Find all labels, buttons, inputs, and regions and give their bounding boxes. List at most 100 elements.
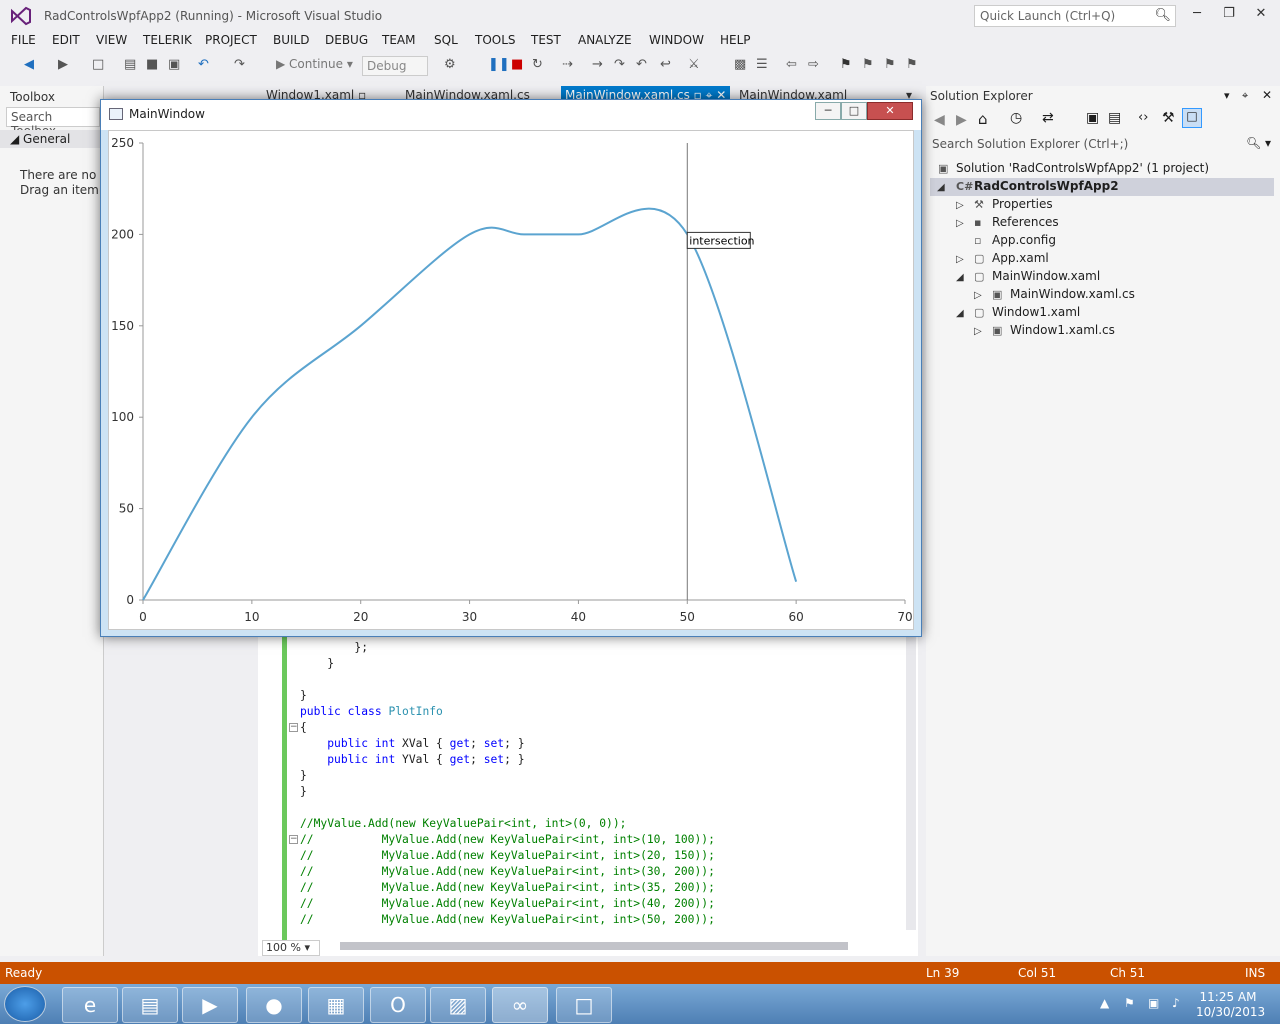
tree-project[interactable]: C#RadControlsWpfApp2 (956, 179, 1119, 193)
properties-icon[interactable]: ⚒ (1162, 110, 1175, 126)
show-all-files-icon[interactable]: ▤ (1108, 110, 1121, 126)
new-project-icon[interactable]: □ (92, 57, 104, 72)
open-file-icon[interactable]: ▤ (124, 57, 136, 72)
network-app-icon[interactable]: ▦ (308, 987, 364, 1023)
forward-icon[interactable]: ▶ (58, 57, 68, 72)
collapse-region-icon[interactable]: − (289, 835, 298, 844)
menu-build[interactable]: BUILD (273, 31, 309, 47)
preview-selected-items-icon[interactable]: □ (1182, 108, 1202, 128)
collapsed-arrow-icon[interactable]: ▷ (956, 254, 964, 265)
quick-launch-input[interactable]: Quick Launch (Ctrl+Q) 🔍︎ (974, 5, 1176, 27)
tree-item[interactable]: ▣ MainWindow.xaml.cs (992, 287, 1135, 301)
network-icon[interactable]: ▣ (1148, 996, 1159, 1010)
close-icon[interactable]: ✕ (1262, 88, 1272, 102)
tree-item[interactable]: ▫ App.config (974, 233, 1056, 247)
volume-icon[interactable]: ♪ (1172, 996, 1180, 1010)
clock[interactable]: 11:25 AM 10/30/2013 (1196, 990, 1265, 1020)
tree-item[interactable]: ▪ References (974, 215, 1059, 229)
view-code-icon[interactable]: ‹› (1138, 110, 1148, 125)
bookmark-icon[interactable]: ⚑ (840, 57, 852, 72)
menu-team[interactable]: TEAM (382, 31, 415, 47)
maximize-button[interactable]: □ (841, 102, 867, 120)
tree-item[interactable]: ▣ Window1.xaml.cs (992, 323, 1115, 337)
tree-item[interactable]: ▢ App.xaml (974, 251, 1049, 265)
zoom-dropdown[interactable]: 100 % ▾ (262, 940, 320, 956)
home-icon[interactable]: ⌂ (978, 110, 988, 128)
menu-project[interactable]: PROJECT (205, 31, 257, 47)
restart-icon[interactable]: ↻ (532, 57, 543, 72)
comment-icon[interactable]: ☰ (756, 57, 768, 72)
tree-item[interactable]: ⚒ Properties (974, 197, 1053, 211)
menu-edit[interactable]: EDIT (52, 31, 80, 47)
running-app-icon[interactable]: □ (556, 987, 612, 1023)
close-button[interactable]: ✕ (867, 102, 913, 120)
next-bookmark-icon[interactable]: ⚑ (884, 57, 896, 72)
outlook-icon[interactable]: O (370, 987, 426, 1023)
menu-telerik[interactable]: TELERIK (143, 31, 192, 47)
pin-icon[interactable]: ⌖ (1242, 89, 1248, 103)
back-icon[interactable]: ◀ (934, 112, 945, 128)
process-icon[interactable]: ⚙ (444, 57, 456, 72)
toolbox-group-general[interactable]: ◢ General (0, 130, 104, 148)
toolbox-search-input[interactable]: Search Toolbox (6, 107, 100, 138)
main-window-titlebar[interactable]: MainWindow ─ □ ✕ (101, 100, 921, 130)
step-out-icon[interactable]: ↶ (636, 57, 647, 72)
close-button[interactable]: ✕ (1250, 6, 1272, 22)
menu-help[interactable]: HELP (720, 31, 751, 47)
solution-configuration-dropdown[interactable]: Debug (362, 56, 428, 76)
collapse-all-icon[interactable]: ▣ (1086, 110, 1099, 126)
internet-explorer-icon[interactable]: e (62, 987, 118, 1023)
menu-sql[interactable]: SQL (434, 31, 458, 47)
menu-test[interactable]: TEST (531, 31, 561, 47)
break-all-icon[interactable]: ❚❚ (488, 57, 510, 72)
show-hidden-icons-icon[interactable]: ▲ (1100, 996, 1109, 1010)
restore-button[interactable]: ❐ (1218, 6, 1240, 22)
vertical-scrollbar[interactable] (906, 630, 916, 930)
tree-solution[interactable]: ▣ Solution 'RadControlsWpfApp2' (1 projec… (938, 161, 1209, 175)
menu-tools[interactable]: TOOLS (475, 31, 516, 47)
file-explorer-icon[interactable]: ▤ (122, 987, 178, 1023)
hex-display-icon[interactable]: ↩ (660, 57, 671, 72)
menu-debug[interactable]: DEBUG (325, 31, 368, 47)
dropdown-icon[interactable]: ▾ (1224, 89, 1230, 102)
navigate-backward-icon[interactable]: ⇦ (786, 57, 797, 72)
threads-icon[interactable]: ⚔ (688, 57, 700, 72)
action-center-flag-icon[interactable]: ⚑ (1124, 996, 1135, 1010)
previous-bookmark-icon[interactable]: ⚑ (862, 57, 874, 72)
tree-item[interactable]: ▢ Window1.xaml (974, 305, 1080, 319)
tree-item[interactable]: ▢ MainWindow.xaml (974, 269, 1100, 283)
stop-debugging-icon[interactable]: ■ (511, 57, 523, 72)
horizontal-scrollbar[interactable] (340, 942, 848, 950)
sync-icon[interactable]: ⇄ (1042, 110, 1054, 126)
menu-file[interactable]: FILE (11, 31, 36, 47)
step-over-icon[interactable]: ↷ (614, 57, 625, 72)
collapsed-arrow-icon[interactable]: ▷ (974, 326, 982, 337)
collapsed-arrow-icon[interactable]: ▷ (974, 290, 982, 301)
forward-icon[interactable]: ▶ (956, 112, 967, 128)
solution-explorer-search-input[interactable]: Search Solution Explorer (Ctrl+;) (930, 136, 1274, 154)
menu-window[interactable]: WINDOW (649, 31, 704, 47)
find-in-files-icon[interactable]: ▩ (734, 57, 746, 72)
visual-studio-icon[interactable]: ∞ (492, 987, 548, 1023)
pending-changes-icon[interactable]: ◷ (1010, 110, 1022, 126)
menu-view[interactable]: VIEW (96, 31, 127, 47)
collapsed-arrow-icon[interactable]: ▷ (956, 218, 964, 229)
collapsed-arrow-icon[interactable]: ▷ (956, 200, 964, 211)
save-all-icon[interactable]: ▣ (168, 57, 180, 72)
expanded-arrow-icon[interactable]: ◢ (956, 272, 964, 283)
save-icon[interactable]: ■ (146, 57, 158, 72)
navigate-forward-icon[interactable]: ⇨ (808, 57, 819, 72)
continue-button[interactable]: ▶ Continue ▾ (276, 57, 353, 71)
clear-bookmarks-icon[interactable]: ⚑ (906, 57, 918, 72)
media-player-icon[interactable]: ▶ (182, 987, 238, 1023)
step-into-icon[interactable]: → (592, 57, 603, 72)
back-icon[interactable]: ◀ (24, 57, 34, 72)
show-next-statement-icon[interactable]: ⇢ (562, 57, 573, 72)
start-button[interactable] (4, 986, 46, 1022)
redo-icon[interactable]: ↷ (234, 57, 245, 72)
menu-analyze[interactable]: ANALYZE (578, 31, 632, 47)
expanded-arrow-icon[interactable]: ◢ (956, 308, 964, 319)
firefox-icon[interactable]: ● (246, 987, 302, 1023)
undo-icon[interactable]: ↶ (198, 57, 209, 72)
expanded-arrow-icon[interactable]: ◢ (937, 182, 945, 193)
